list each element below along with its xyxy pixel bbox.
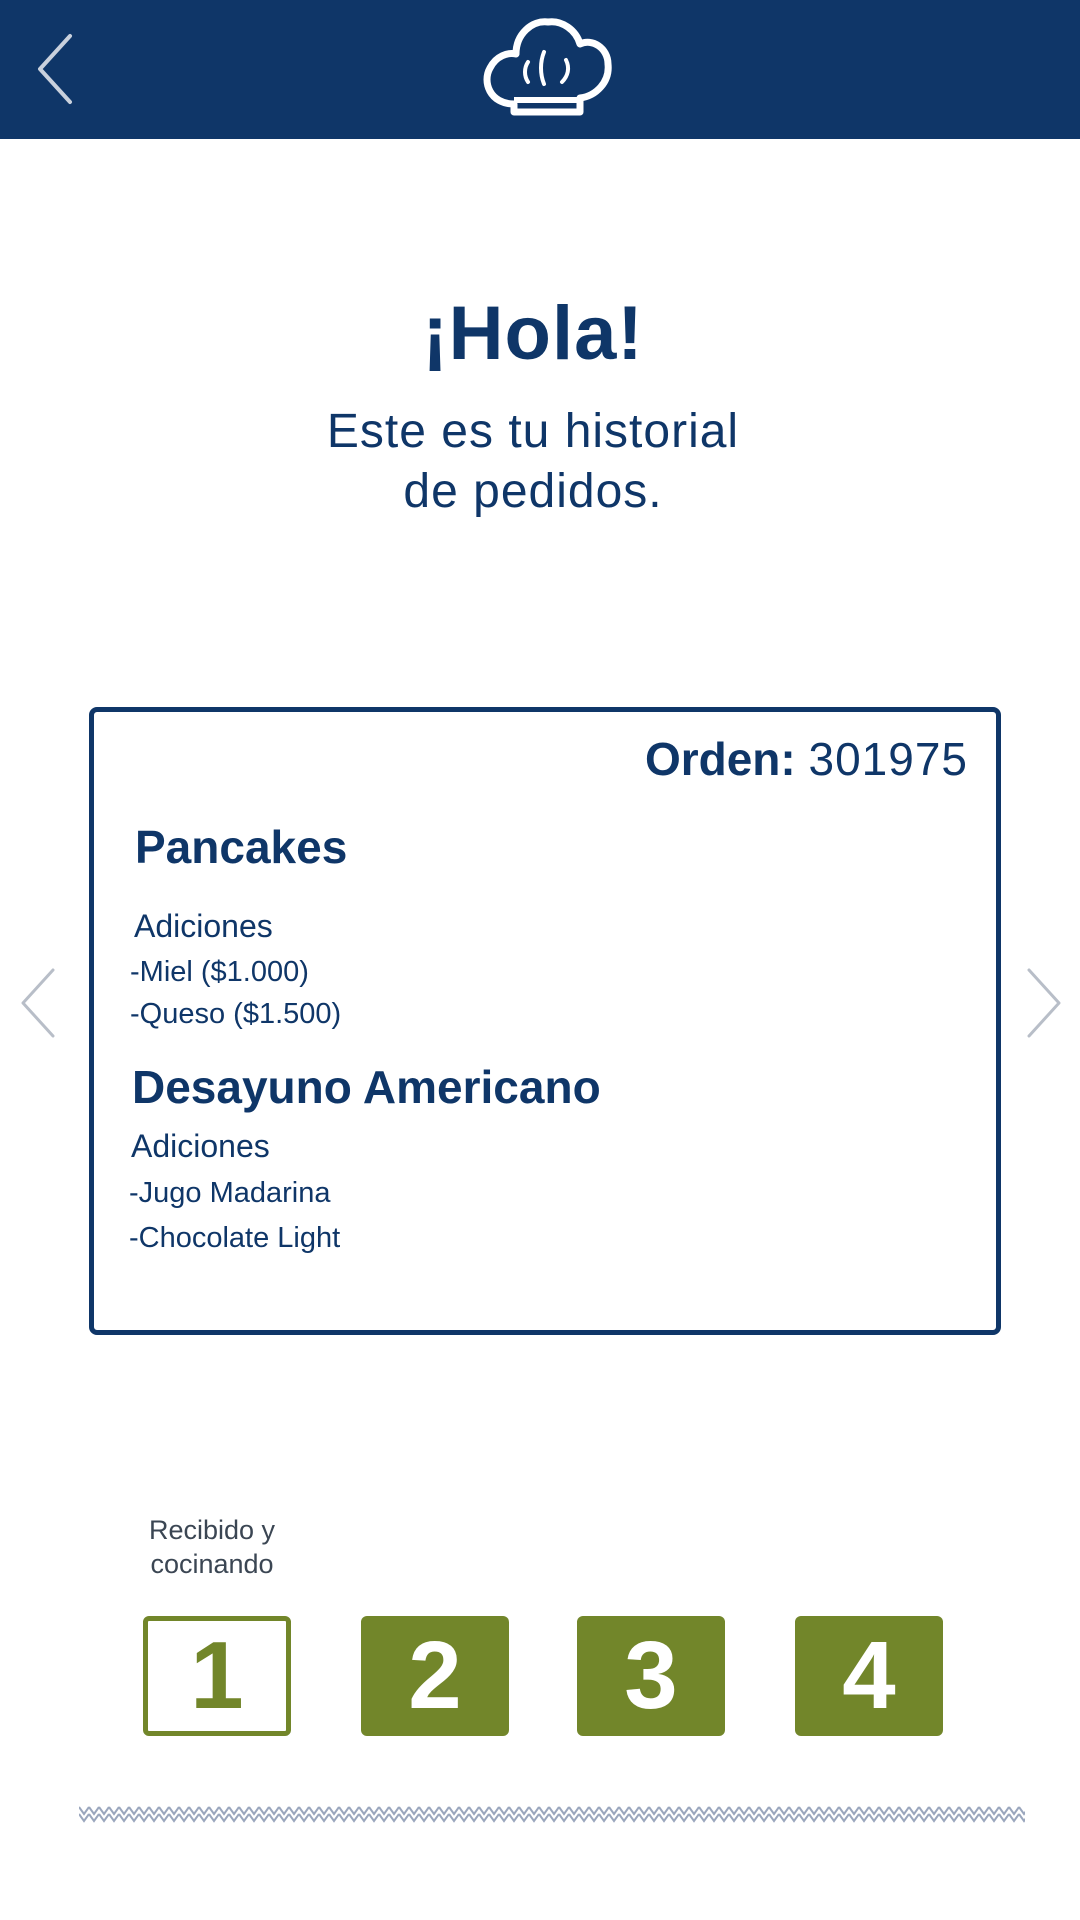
- subtitle-line-1: Este es tu historial: [326, 405, 740, 458]
- chevron-left-icon: [38, 34, 72, 104]
- app-header: [0, 0, 1080, 139]
- greeting-subtitle: Este es tu historial de pedidos.: [290, 402, 776, 522]
- order-label: Orden:: [644, 733, 796, 785]
- greeting-title: ¡Hola!: [422, 291, 644, 376]
- back-button[interactable]: [26, 26, 86, 112]
- chevron-left-icon: [21, 968, 55, 1038]
- addition-item: -Queso ($1.500): [130, 998, 342, 1030]
- addition-item: -Jugo Madarina: [129, 1177, 331, 1209]
- zigzag-divider: [79, 1803, 1025, 1825]
- status-step-2[interactable]: 2: [361, 1616, 509, 1736]
- status-caption-line-2: cocinando: [150, 1549, 274, 1579]
- status-step-4[interactable]: 4: [795, 1616, 943, 1736]
- status-step-3[interactable]: 3: [577, 1616, 725, 1736]
- order-number: 301975: [808, 733, 968, 785]
- addition-item: -Miel ($1.000): [130, 956, 309, 988]
- order-id: Orden: 301975: [645, 732, 968, 786]
- item-name: Pancakes: [135, 821, 348, 873]
- previous-order-button[interactable]: [14, 958, 64, 1048]
- order-status-steps: 1 2 3 4: [0, 1616, 1080, 1737]
- status-caption-line-1: Recibido y: [148, 1515, 276, 1545]
- additions-label: Adiciones: [134, 908, 273, 944]
- item-name: Desayuno Americano: [132, 1061, 601, 1113]
- order-card: Orden: 301975 Pancakes Adiciones -Miel (…: [89, 707, 1001, 1335]
- status-step-1[interactable]: 1: [143, 1616, 291, 1736]
- status-caption: Recibido y cocinando: [120, 1513, 304, 1581]
- addition-item: -Chocolate Light: [129, 1222, 341, 1254]
- chevron-right-icon: [1027, 968, 1061, 1038]
- subtitle-line-2: de pedidos.: [403, 465, 663, 518]
- chef-hat-icon: [483, 18, 612, 116]
- additions-label: Adiciones: [131, 1128, 270, 1164]
- next-order-button[interactable]: [1018, 958, 1068, 1048]
